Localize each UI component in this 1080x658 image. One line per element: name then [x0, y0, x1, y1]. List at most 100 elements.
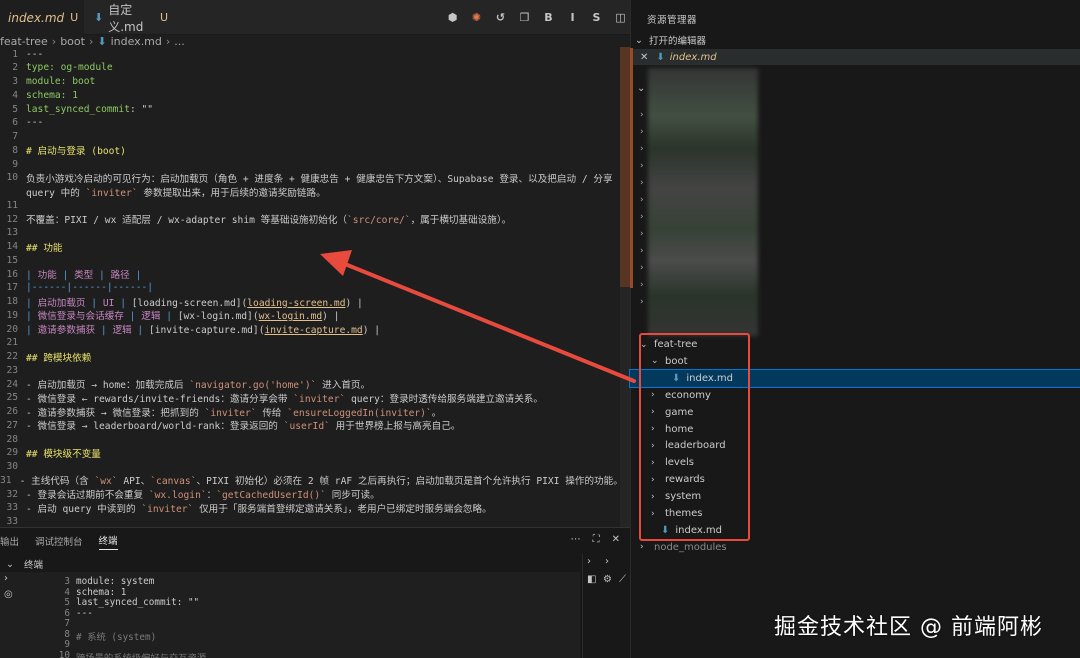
code-line: 33 - 启动 query 中读到的 `inviter` 仅用于「服务端首登绑定邀… [0, 501, 620, 515]
split-terminal-icon[interactable]: ◧ [587, 574, 596, 585]
tab-debug-console[interactable]: 调试控制台 [35, 534, 83, 548]
code-text: - 启动加载页 → home：加载完成后 `navigator.go('home… [26, 377, 370, 391]
chart-icon[interactable]: ⟋ [619, 574, 626, 585]
chevron-right-icon[interactable]: › [640, 263, 644, 273]
line-number: 11 [6, 199, 18, 211]
bold-icon[interactable]: B [542, 11, 555, 24]
chevron-down-icon[interactable]: ⌄ [637, 83, 645, 94]
breadcrumb: feat-tree › boot › ⬇ index.md › ... [0, 34, 630, 48]
code-line: 21 [0, 336, 620, 350]
line-number: 33 [6, 516, 18, 527]
chevron-right-icon[interactable]: › [640, 127, 644, 137]
breadcrumb-item[interactable]: boot [60, 35, 85, 48]
code-line: 1 --- [0, 47, 620, 61]
code-token: 参数提取出来，用于后续的邀请奖励链路。 [137, 187, 326, 199]
maximize-panel-icon[interactable]: ⛶ [593, 534, 600, 545]
code-token: - 邀请参数捕获 → 微信登录：把抓到的 [26, 407, 205, 419]
line-number: 21 [6, 337, 18, 349]
copy-icon[interactable]: ❐ [518, 11, 531, 24]
tab-output[interactable]: 输出 [0, 534, 19, 548]
code-token: | [26, 270, 38, 281]
history-icon[interactable]: ↺ [494, 11, 507, 24]
code-text: ## 功能 [26, 240, 63, 254]
breadcrumb-item[interactable]: feat-tree [0, 35, 48, 48]
line-number: 2 [12, 62, 18, 74]
code-token: query：登录时透传给服务端建立邀请关系。 [345, 393, 543, 405]
code-line: 8 # 启动与登录 (boot) [0, 143, 620, 158]
tab-terminal[interactable]: 终端 [98, 533, 118, 550]
terminal-line: 3 module: system [0, 576, 154, 587]
code-text: type: og-module [26, 62, 113, 73]
line-number: 23 [6, 364, 18, 376]
code-token: 不覆盖：PIXI / wx 适配层 / wx-adapter shim 等基础设… [26, 215, 348, 226]
tree-item[interactable]: › node_modules [630, 539, 1080, 556]
extension-icon[interactable]: ⬢ [446, 11, 459, 24]
code-token: ) | [362, 325, 381, 336]
code-text: - 邀请参数捕获 → 微信登录：把抓到的 `inviter` 传给 `ensur… [26, 405, 441, 419]
settings-icon[interactable]: ⚙ [603, 574, 612, 585]
code-line: 4 schema: 1 [0, 88, 620, 102]
line-number: 22 [6, 351, 18, 362]
chevron-right-icon[interactable]: › [640, 144, 644, 154]
code-token: | [85, 297, 103, 309]
chevron-right-icon[interactable]: › [4, 573, 8, 584]
editor-scrollbar[interactable] [620, 47, 630, 287]
chevron-right-icon[interactable]: › [605, 556, 609, 567]
code-token: last_synced_commit [26, 103, 130, 115]
code-token: | [26, 325, 38, 336]
chevron-right-icon: › [165, 34, 171, 48]
code-token: `wx.login` [148, 490, 207, 501]
code-line: 32 - 登录会话过期前不会重复 `wx.login`：`getCachedUse… [0, 487, 620, 502]
terminal-indicator-icon[interactable]: ◎ [4, 589, 13, 600]
line-number: 6 [12, 117, 18, 129]
code-text: - 主线代码（含 `wx` API、`canvas`、PIXI 初始化）必须在 … [20, 473, 620, 487]
code-token: `getCachedUserId()` [216, 490, 326, 501]
code-text: - 登录会话过期前不会重复 `wx.login`：`getCachedUserI… [26, 487, 380, 501]
chevron-right-icon[interactable]: › [587, 556, 591, 567]
line-number: 1 [12, 48, 18, 60]
open-editor-item[interactable]: ✕ ⬇ index.md [631, 49, 1080, 65]
code-token: : og-module [49, 62, 113, 74]
chevron-down-icon[interactable]: ⌄ [6, 559, 14, 570]
close-icon[interactable]: ✕ [640, 52, 648, 63]
breadcrumb-item[interactable]: index.md [111, 35, 162, 48]
chevron-right-icon[interactable]: › [640, 110, 644, 120]
italic-icon[interactable]: I [566, 11, 579, 24]
code-editor[interactable]: 1 --- 2 type: og-module 3 module: boot 4 schema… [0, 47, 620, 528]
chevron-right-icon[interactable]: › [640, 246, 644, 256]
chevron-right-icon[interactable]: › [640, 178, 644, 188]
tab-custom-md[interactable]: ⬇ 自定义.md U [86, 0, 176, 35]
breadcrumb-item[interactable]: ... [174, 35, 185, 48]
code-line: 18 | 启动加载页 | UI | [loading-screen.md](loa… [0, 295, 620, 309]
code-text: ## 跨模块依赖 [26, 350, 91, 364]
code-token: | [129, 270, 142, 281]
strikethrough-icon[interactable]: S [590, 11, 603, 24]
chevron-right-icon[interactable]: › [640, 212, 644, 222]
code-token: wx-login.md [258, 311, 323, 323]
line-number: 14 [6, 241, 18, 252]
code-token: - 主线代码（含 [19, 476, 95, 488]
split-editor-icon[interactable]: ◫ [614, 11, 627, 24]
open-editors-header[interactable]: ⌄ 打开的编辑器 [635, 33, 706, 48]
line-number: 25 [6, 392, 18, 404]
terminal-text: module: system [76, 576, 155, 587]
chevron-right-icon[interactable]: › [640, 280, 644, 290]
chevron-right-icon: › [88, 34, 94, 48]
terminal-output[interactable]: 3 module: system 4 schema: 1 5 last_synced_co… [0, 572, 580, 658]
code-line: 13 [0, 226, 620, 240]
terminal-line: 5 last_synced_commit: "" [0, 597, 199, 608]
chevron-right-icon[interactable]: › [640, 195, 644, 205]
line-number: 5 [12, 103, 18, 115]
code-token: | [26, 297, 38, 309]
chevron-right-icon[interactable]: › [640, 297, 644, 307]
tab-index-md[interactable]: index.md U [0, 0, 84, 35]
blurred-tree-region [648, 68, 758, 336]
code-token: UI [102, 297, 115, 309]
chevron-right-icon[interactable]: › [640, 161, 644, 171]
burst-icon[interactable]: ✺ [470, 11, 483, 24]
close-icon[interactable]: ✕ [612, 534, 620, 545]
more-actions-icon[interactable]: ⋯ [571, 534, 581, 545]
code-text: ## 模块级不变量 [26, 446, 101, 460]
line-number: 28 [6, 433, 18, 445]
chevron-right-icon[interactable]: › [640, 229, 644, 239]
